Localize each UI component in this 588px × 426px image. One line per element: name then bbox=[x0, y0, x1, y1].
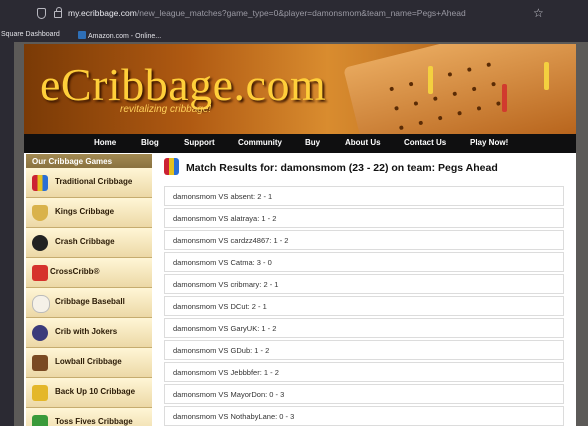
sidebar-item-cribbage-baseball[interactable]: Cribbage Baseball bbox=[26, 288, 152, 318]
list-item[interactable]: damonsmom VS GDub: 1 - 2 bbox=[164, 340, 564, 360]
cross-icon bbox=[32, 265, 48, 281]
list-item[interactable]: damonsmom VS DCut: 2 - 1 bbox=[164, 296, 564, 316]
bookmark-star-icon[interactable]: ☆ bbox=[533, 6, 544, 20]
sidebar-item-kings-cribbage[interactable]: Kings Cribbage bbox=[26, 198, 152, 228]
sidebar-item-crash-cribbage[interactable]: Crash Cribbage bbox=[26, 228, 152, 258]
nav-community[interactable]: Community bbox=[238, 138, 282, 147]
cards-icon bbox=[164, 158, 179, 175]
sidebar-item-lowball-cribbage[interactable]: Lowball Cribbage bbox=[26, 348, 152, 378]
nav-contact-us[interactable]: Contact Us bbox=[404, 138, 446, 147]
back-up-icon bbox=[32, 385, 48, 401]
main-content: Match Results for: damonsmom (23 - 22) o… bbox=[164, 154, 569, 426]
joker-icon bbox=[32, 325, 48, 341]
crown-shield-icon bbox=[32, 205, 48, 221]
shield-icon[interactable] bbox=[37, 8, 46, 19]
nav-about-us[interactable]: About Us bbox=[345, 138, 381, 147]
list-item[interactable]: damonsmom VS GaryUK: 1 - 2 bbox=[164, 318, 564, 338]
list-item[interactable]: damonsmom VS NothabyLane: 0 - 3 bbox=[164, 406, 564, 426]
list-item[interactable]: damonsmom VS MayorDon: 0 - 3 bbox=[164, 384, 564, 404]
baseball-icon bbox=[32, 295, 50, 313]
sidebar-item-back-up-10-cribbage[interactable]: Back Up 10 Cribbage bbox=[26, 378, 152, 408]
nav-support[interactable]: Support bbox=[184, 138, 215, 147]
list-item[interactable]: damonsmom VS cardzz4867: 1 - 2 bbox=[164, 230, 564, 250]
crash-icon bbox=[32, 235, 48, 251]
url-field[interactable]: my.ecribbage.com/new_league_matches?game… bbox=[68, 8, 466, 18]
sidebar-item-crib-with-jokers[interactable]: Crib with Jokers bbox=[26, 318, 152, 348]
peg-icon bbox=[544, 62, 549, 90]
main-nav: Home Blog Support Community Buy About Us… bbox=[24, 134, 576, 153]
cribbage-board-image bbox=[343, 44, 576, 134]
list-item[interactable]: damonsmom VS absent: 2 - 1 bbox=[164, 186, 564, 206]
sidebar-item-crosscribb[interactable]: CrossCribb® bbox=[26, 258, 152, 288]
nav-home[interactable]: Home bbox=[94, 138, 116, 147]
peg-icon bbox=[428, 66, 433, 94]
sidebar: Our Cribbage Games Traditional Cribbage … bbox=[26, 154, 152, 426]
browser-margin bbox=[0, 42, 14, 426]
toss-fives-icon bbox=[32, 415, 48, 426]
bookmark-amazon[interactable]: Amazon.com - Online... bbox=[78, 31, 161, 40]
amazon-icon bbox=[78, 31, 86, 39]
lowball-icon bbox=[32, 355, 48, 371]
bookmark-square-dashboard[interactable]: Square Dashboard bbox=[1, 31, 60, 38]
list-item[interactable]: damonsmom VS alatraya: 1 - 2 bbox=[164, 208, 564, 228]
sidebar-item-toss-fives-cribbage[interactable]: Toss Fives Cribbage bbox=[26, 408, 152, 426]
list-item[interactable]: damonsmom VS Catma: 3 - 0 bbox=[164, 252, 564, 272]
nav-buy[interactable]: Buy bbox=[305, 138, 320, 147]
url-host: my.ecribbage.com bbox=[68, 8, 137, 18]
nav-blog[interactable]: Blog bbox=[141, 138, 159, 147]
list-item[interactable]: damonsmom VS cribmary: 2 - 1 bbox=[164, 274, 564, 294]
sidebar-item-traditional-cribbage[interactable]: Traditional Cribbage bbox=[26, 168, 152, 198]
site-banner: eCribbage.com revitalizing cribbage! bbox=[24, 44, 576, 134]
site-container: eCribbage.com revitalizing cribbage! Hom… bbox=[24, 44, 576, 426]
url-path: /new_league_matches?game_type=0&player=d… bbox=[136, 8, 466, 18]
lock-icon[interactable] bbox=[54, 7, 62, 18]
sidebar-title: Our Cribbage Games bbox=[26, 154, 152, 168]
peg-icon bbox=[502, 84, 507, 112]
list-item[interactable]: damonsmom VS Jebbbfer: 1 - 2 bbox=[164, 362, 564, 382]
nav-play-now[interactable]: Play Now! bbox=[470, 138, 508, 147]
site-tagline: revitalizing cribbage! bbox=[120, 104, 212, 115]
browser-url-bar: my.ecribbage.com/new_league_matches?game… bbox=[0, 0, 588, 28]
bookmarks-bar: Square Dashboard Amazon.com - Online... bbox=[0, 28, 588, 42]
cards-icon bbox=[32, 175, 48, 191]
